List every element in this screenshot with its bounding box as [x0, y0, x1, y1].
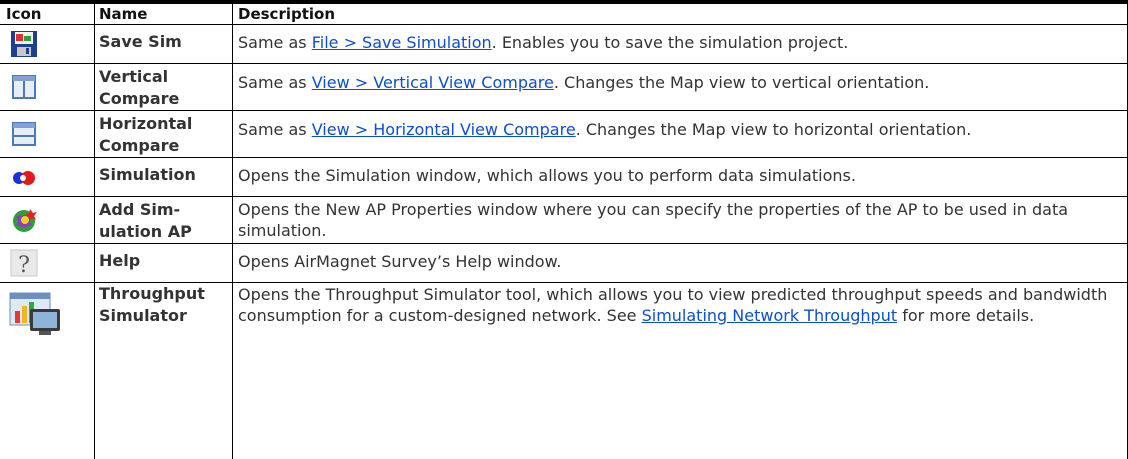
horizontal-compare-icon[interactable]: [8, 118, 40, 154]
row-description: Opens the New AP Properties window where…: [238, 200, 1069, 240]
row-name: Vertical Compare: [99, 67, 180, 108]
row-description: Same as View > Vertical View Compare. Ch…: [238, 73, 930, 92]
table-row: Save Sim Same as File > Save Simulation.…: [0, 25, 1128, 63]
save-simulation-link[interactable]: File > Save Simulation: [312, 33, 492, 52]
row-description: Opens the Throughput Simulator tool, whi…: [238, 285, 1108, 325]
row-name: Add Sim-ulation AP: [99, 200, 192, 241]
horizontal-view-compare-link[interactable]: View > Horizontal View Compare: [312, 120, 576, 139]
table-top-border: [0, 0, 1128, 4]
row-name: Simulation: [99, 165, 196, 184]
table-row: Add Sim-ulation AP Opens the New AP Prop…: [0, 197, 1128, 243]
svg-text:?: ?: [18, 253, 30, 278]
vertical-compare-icon[interactable]: [8, 71, 40, 107]
throughput-simulator-icon[interactable]: [8, 291, 62, 341]
save-sim-icon[interactable]: [8, 28, 40, 64]
table-row: Throughput Simulator Opens the Throughpu…: [0, 283, 1128, 459]
help-icon[interactable]: ?: [8, 247, 40, 283]
header-name: Name: [99, 5, 148, 23]
row-description: Opens AirMagnet Survey’s Help window.: [238, 252, 562, 271]
header-description: Description: [238, 5, 336, 23]
vertical-view-compare-link[interactable]: View > Vertical View Compare: [312, 73, 554, 92]
row-name: Throughput Simulator: [99, 284, 205, 325]
table-row: Simulation Opens the Simulation window, …: [0, 158, 1128, 196]
row-name: Save Sim: [99, 32, 182, 51]
row-name: Help: [99, 251, 141, 270]
row-description: Opens the Simulation window, which allow…: [238, 166, 856, 185]
row-description: Same as View > Horizontal View Compare. …: [238, 120, 972, 139]
row-name: Horizontal Compare: [99, 114, 193, 155]
table-row: Horizontal Compare Same as View > Horizo…: [0, 111, 1128, 157]
table-row: ? Help Opens AirMagnet Survey’s Help win…: [0, 244, 1128, 282]
table-row: Vertical Compare Same as View > Vertical…: [0, 64, 1128, 110]
row-description: Same as File > Save Simulation. Enables …: [238, 33, 849, 52]
header-icon: Icon: [6, 5, 42, 23]
add-simulation-ap-icon[interactable]: [8, 204, 40, 240]
simulation-icon[interactable]: [8, 161, 40, 197]
simulating-network-throughput-link[interactable]: Simulating Network Throughput: [642, 306, 898, 325]
